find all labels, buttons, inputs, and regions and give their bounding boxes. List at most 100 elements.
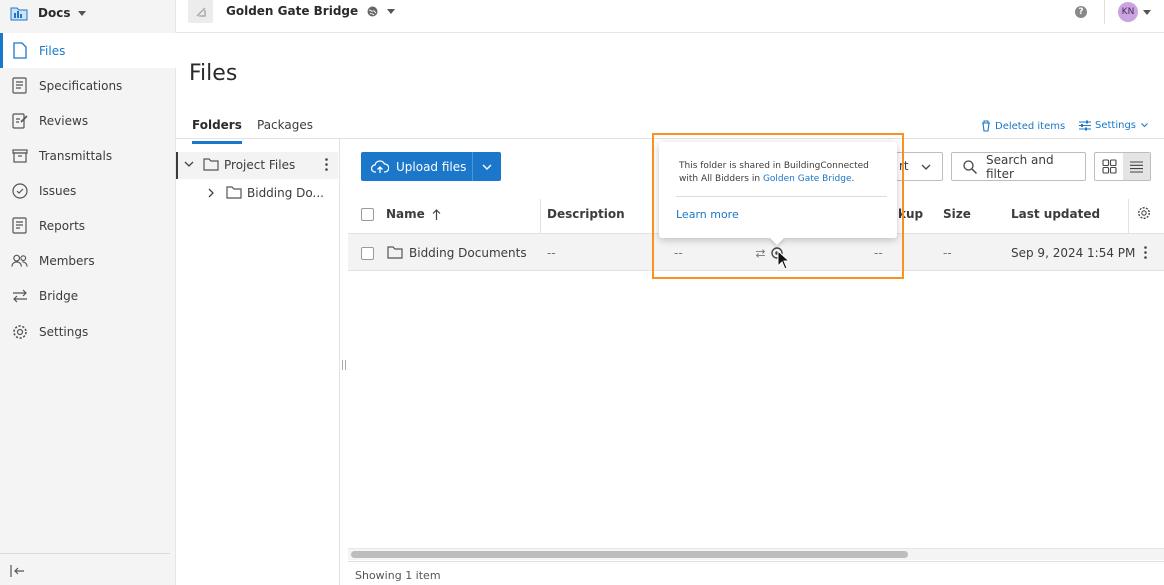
gear-icon[interactable] — [1137, 206, 1151, 220]
tooltip-link[interactable]: Golden Gate Bridge — [763, 174, 852, 184]
row-last-updated: Sep 9, 2024 1:54 PM — [1011, 246, 1136, 260]
sidebar-item-issues[interactable]: Issues — [0, 173, 176, 208]
avatar[interactable]: KN — [1118, 2, 1138, 22]
column-header-last-updated[interactable]: Last updated — [1011, 207, 1100, 221]
sidebar-item-label: Bridge — [39, 288, 79, 303]
sidebar-item-label: Issues — [39, 183, 77, 198]
arrow-up-icon — [432, 208, 441, 220]
table-footer: Showing 1 item — [348, 561, 1164, 585]
sidebar-item-label: Specifications — [39, 78, 123, 93]
sidebar-item-label: Members — [39, 253, 95, 268]
project-thumbnail[interactable] — [188, 0, 213, 23]
caret-down-icon — [78, 10, 87, 16]
sidebar-divider — [0, 553, 170, 554]
deleted-items-label: Deleted items — [995, 120, 1066, 132]
sidebar-item-label: Reports — [39, 218, 86, 233]
caret-down-icon[interactable] — [1143, 10, 1151, 15]
sidebar-item-reports[interactable]: Reports — [0, 208, 176, 243]
select-all-checkbox[interactable] — [361, 208, 374, 221]
chevron-down-icon[interactable] — [184, 161, 194, 168]
trash-icon — [981, 120, 991, 132]
split-divider — [472, 152, 473, 181]
resize-handle[interactable] — [342, 360, 346, 370]
column-header-label: Name — [386, 207, 425, 221]
row-size: -- — [943, 246, 952, 260]
upload-files-button[interactable]: Upload files — [361, 152, 501, 181]
item-count: Showing 1 item — [355, 569, 441, 582]
column-header-size[interactable]: Size — [943, 207, 971, 221]
tree-item-project-files[interactable]: Project Files — [176, 152, 338, 179]
row-checkbox[interactable] — [361, 247, 374, 260]
folder-icon — [203, 158, 219, 171]
tree-selected-marker — [176, 152, 178, 179]
horizontal-scrollbar[interactable] — [348, 548, 1164, 560]
upload-files-label: Upload files — [396, 159, 467, 174]
chevron-down-icon — [1141, 123, 1148, 128]
tooltip-text-suffix: . — [851, 174, 855, 184]
settings-dropdown[interactable]: Settings — [1079, 120, 1148, 131]
specifications-icon — [11, 77, 28, 94]
grid-view-icon[interactable] — [1095, 153, 1123, 180]
issues-icon — [11, 182, 28, 199]
sidebar-item-files[interactable]: Files — [0, 33, 176, 68]
cloud-upload-icon — [371, 159, 389, 174]
list-view-icon[interactable] — [1123, 153, 1150, 180]
chevron-down-icon[interactable] — [482, 164, 492, 171]
members-icon — [11, 252, 28, 269]
avatar-initials: KN — [1121, 7, 1135, 17]
tooltip: This folder is shared in BuildingConnect… — [659, 142, 897, 246]
page-title: Files — [189, 61, 238, 86]
project-name: Golden Gate Bridge — [226, 4, 359, 18]
tab-packages[interactable]: Packages — [257, 118, 313, 138]
sidebar-item-label: Settings — [39, 324, 89, 339]
tooltip-text: This folder is shared in BuildingConnect… — [679, 160, 883, 186]
project-switcher[interactable]: Golden Gate Bridge — [226, 4, 396, 18]
learn-more-link[interactable]: Learn more — [676, 208, 739, 221]
sidebar-item-members[interactable]: Members — [0, 243, 176, 278]
tree-label: Bidding Do... — [247, 186, 324, 200]
panel-divider — [339, 139, 340, 585]
sliders-icon — [1079, 120, 1091, 131]
sidebar-item-bridge[interactable]: Bridge — [0, 278, 176, 313]
folder-icon — [226, 186, 242, 199]
view-toggle — [1094, 152, 1151, 181]
tooltip-divider — [676, 196, 887, 197]
search-and-filter-label: Search and filter — [986, 152, 1054, 181]
sidebar-item-label: Files — [39, 43, 66, 58]
sidebar-item-settings[interactable]: Settings — [0, 314, 176, 349]
more-vertical-icon[interactable] — [1144, 246, 1147, 259]
more-vertical-icon[interactable] — [325, 158, 328, 171]
collapse-sidebar-icon[interactable] — [10, 565, 26, 577]
file-icon — [11, 42, 28, 59]
chevron-right-icon[interactable] — [208, 188, 215, 198]
help-icon[interactable]: ? — [1075, 6, 1087, 18]
caret-down-icon — [387, 8, 396, 14]
scrollbar-thumb[interactable] — [351, 551, 908, 558]
topbar-divider — [1104, 0, 1105, 24]
column-header-name[interactable]: Name — [386, 207, 441, 221]
folder-icon — [387, 246, 403, 259]
globe-icon — [367, 6, 378, 17]
bridge-icon — [11, 287, 28, 304]
sidebar-item-transmittals[interactable]: Transmittals — [0, 138, 176, 173]
settings-label: Settings — [1095, 120, 1137, 131]
transmittals-icon — [11, 147, 28, 164]
sidebar-item-reviews[interactable]: Reviews — [0, 103, 176, 138]
reports-icon — [11, 217, 28, 234]
tab-folders[interactable]: Folders — [192, 118, 242, 144]
row-description: -- — [547, 246, 556, 260]
chevron-down-icon — [921, 164, 931, 171]
column-header-description[interactable]: Description — [547, 207, 625, 221]
tree-item-bidding-documents[interactable]: Bidding Do... — [176, 181, 338, 206]
app-name: Docs — [38, 6, 71, 20]
search-icon — [963, 159, 977, 174]
row-name[interactable]: Bidding Documents — [409, 246, 527, 260]
reviews-icon — [11, 112, 28, 129]
app-switcher[interactable]: Docs — [10, 2, 87, 24]
search-and-filter-button[interactable]: Search and filter — [951, 152, 1086, 181]
sidebar-item-specifications[interactable]: Specifications — [0, 68, 176, 103]
tree-label: Project Files — [224, 158, 296, 172]
docs-logo-icon — [10, 4, 28, 22]
sidebar-item-label: Transmittals — [39, 148, 113, 163]
deleted-items-button[interactable]: Deleted items — [981, 120, 1065, 132]
